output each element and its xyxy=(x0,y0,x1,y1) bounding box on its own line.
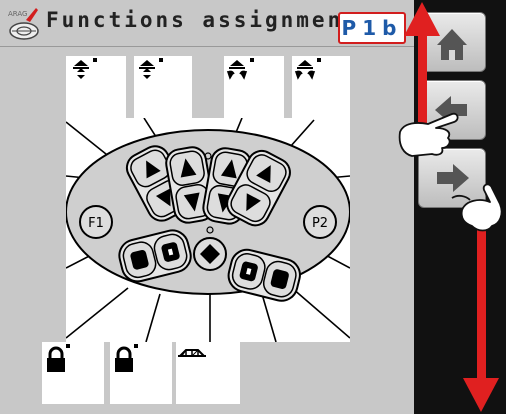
center-button xyxy=(193,237,227,271)
top-slot-1[interactable] xyxy=(66,56,126,118)
bottom-slot-2[interactable] xyxy=(110,342,172,404)
bottom-slot-1[interactable] xyxy=(42,342,104,404)
tilt-arrows-icon xyxy=(294,58,321,80)
top-slot-2[interactable] xyxy=(134,56,192,118)
program-badge-label: P1b xyxy=(341,16,403,40)
tilt-arrows-icon xyxy=(226,58,254,80)
next-arrow-icon xyxy=(437,164,469,192)
home-icon xyxy=(437,29,467,60)
arag-logo-icon: ARAG xyxy=(8,8,39,40)
p2-button: P2 xyxy=(303,205,337,239)
lock-icon xyxy=(115,344,138,372)
lock-icon xyxy=(47,344,70,372)
svg-text:ARAG: ARAG xyxy=(8,10,27,18)
joystick-diagram: F1 P2 xyxy=(66,118,350,342)
function-assignment-screen: ARAG Functions assignment P1b F1 P2 xyxy=(0,0,506,414)
svg-text:F1: F1 xyxy=(88,216,104,231)
raise-arrow-icon xyxy=(139,58,163,79)
top-slot-3[interactable] xyxy=(224,56,284,118)
back-arrow-icon xyxy=(435,96,467,124)
next-button[interactable] xyxy=(418,148,486,208)
program-badge[interactable]: P1b xyxy=(338,12,406,44)
title-bar: ARAG Functions assignment P1b xyxy=(0,0,414,47)
bottom-slot-3[interactable] xyxy=(176,342,240,404)
f1-button: F1 xyxy=(79,205,113,239)
boom-icon xyxy=(178,349,206,357)
raise-arrow-icon xyxy=(73,58,97,79)
back-button[interactable] xyxy=(418,80,486,140)
main-panel: ARAG Functions assignment P1b F1 P2 xyxy=(0,0,414,414)
svg-text:P2: P2 xyxy=(312,216,328,231)
top-slot-4[interactable] xyxy=(292,56,350,118)
home-button[interactable] xyxy=(418,12,486,72)
page-title: Functions assignment xyxy=(46,8,359,32)
